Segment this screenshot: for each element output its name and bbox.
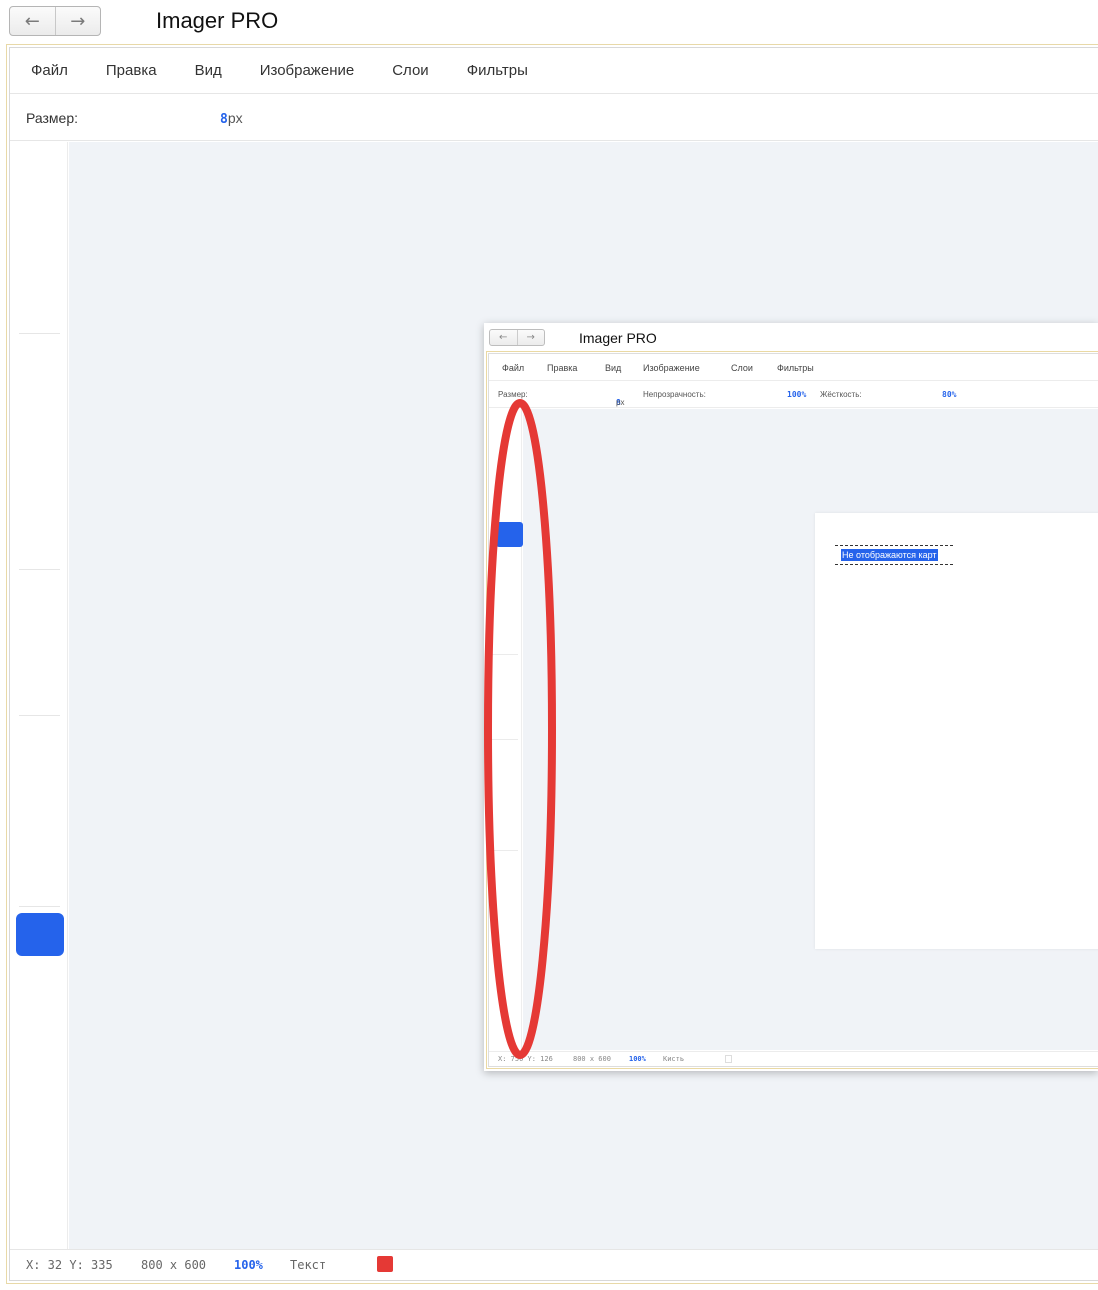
arrow-left-icon: ← xyxy=(499,332,508,343)
nested-canvas-area: Не отображаются карт xyxy=(523,409,1098,1050)
nested-menu-file: Файл xyxy=(502,363,525,373)
tool-divider xyxy=(19,333,60,334)
nested-history-nav: ← → xyxy=(489,329,545,346)
back-button[interactable]: ← xyxy=(10,7,55,35)
size-unit: px xyxy=(227,110,243,126)
nested-size-unit: px xyxy=(616,398,625,407)
tool-divider xyxy=(19,715,60,716)
nested-menu-layers: Слои xyxy=(731,363,753,373)
nested-size-label: Размер: xyxy=(498,390,528,399)
nested-menu-filters: Фильтры xyxy=(777,363,814,373)
nested-app-title: Imager PRO xyxy=(579,330,657,346)
active-tool-button[interactable] xyxy=(16,913,64,956)
nested-frame: Файл Правка Вид Изображение Слои Фильтры… xyxy=(486,351,1098,1069)
arrow-right-icon: → xyxy=(526,332,535,343)
nested-forward-button: → xyxy=(516,330,545,345)
nested-opacity-label: Непрозрачность: xyxy=(643,390,706,399)
canvas-size: 800 x 600 xyxy=(141,1258,207,1272)
menu-edit[interactable]: Правка xyxy=(106,62,157,79)
cursor-coordinates: X: 32 Y: 335 xyxy=(26,1258,113,1272)
size-label: Размер: xyxy=(26,110,79,126)
nested-opacity-value: 100% xyxy=(787,390,807,399)
zoom-level[interactable]: 100% xyxy=(234,1258,263,1272)
tool-divider xyxy=(19,906,60,907)
nested-zoom-level: 100% xyxy=(629,1055,646,1063)
menu-file[interactable]: Файл xyxy=(31,62,68,79)
tool-palette xyxy=(10,142,68,1249)
status-bar: X: 32 Y: 335 800 x 600 100% Текст xyxy=(10,1249,1098,1280)
app-title: Imager PRO xyxy=(156,8,279,33)
nested-tool-divider xyxy=(492,739,518,740)
tool-divider xyxy=(19,569,60,570)
nested-menu-image: Изображение xyxy=(643,363,700,373)
nested-tool-divider xyxy=(492,850,518,851)
nested-tool-divider xyxy=(492,654,518,655)
forward-button[interactable]: → xyxy=(54,7,101,35)
nested-status-bar: X: 750 Y: 126 800 x 600 100% Кисть xyxy=(489,1051,1098,1066)
nested-hardness-label: Жёсткость: xyxy=(820,390,862,399)
nested-tool-palette xyxy=(489,409,523,1050)
properties-bar: Размер: 8px xyxy=(10,95,1098,141)
nested-current-tool: Кисть xyxy=(663,1055,685,1063)
nested-selected-text: Не отображаются карт xyxy=(841,549,938,561)
nested-back-button: ← xyxy=(490,330,517,345)
nested-menu-edit: Правка xyxy=(547,363,578,373)
nested-menu-view: Вид xyxy=(605,363,622,373)
nested-text-box: Не отображаются карт xyxy=(835,545,953,565)
size-value[interactable]: 8 xyxy=(220,112,228,127)
menu-image[interactable]: Изображение xyxy=(260,62,355,79)
menu-layers[interactable]: Слои xyxy=(392,62,428,79)
nested-active-tool xyxy=(496,522,523,547)
arrow-right-icon: → xyxy=(70,10,86,32)
current-color-swatch[interactable] xyxy=(377,1256,393,1272)
nested-color-swatch xyxy=(725,1055,732,1063)
arrow-left-icon: ← xyxy=(24,10,40,32)
menu-filters[interactable]: Фильтры xyxy=(467,62,528,79)
history-nav: ← → xyxy=(9,6,101,36)
nested-menu-bar: Файл Правка Вид Изображение Слои Фильтры xyxy=(489,354,1098,381)
current-tool: Текст xyxy=(290,1258,327,1272)
nested-cursor-coordinates: X: 750 Y: 126 xyxy=(498,1055,553,1063)
size-control[interactable]: 8px xyxy=(220,110,243,127)
nested-properties-bar: Размер: 8 px Непрозрачность: 100% Жёсткос… xyxy=(489,382,1098,408)
menu-view[interactable]: Вид xyxy=(195,62,222,79)
top-bar: ← → Imager PRO xyxy=(0,0,1098,44)
embedded-screenshot: ← → Imager PRO Файл Правка Вид Изображен… xyxy=(484,323,1098,1071)
nested-editor-window: Файл Правка Вид Изображение Слои Фильтры… xyxy=(488,353,1098,1067)
nested-document-page: Не отображаются карт xyxy=(815,513,1098,949)
menu-bar: Файл Правка Вид Изображение Слои Фильтры xyxy=(10,48,1098,94)
nested-canvas-size: 800 x 600 xyxy=(573,1055,611,1063)
nested-hardness-value: 80% xyxy=(942,390,957,399)
